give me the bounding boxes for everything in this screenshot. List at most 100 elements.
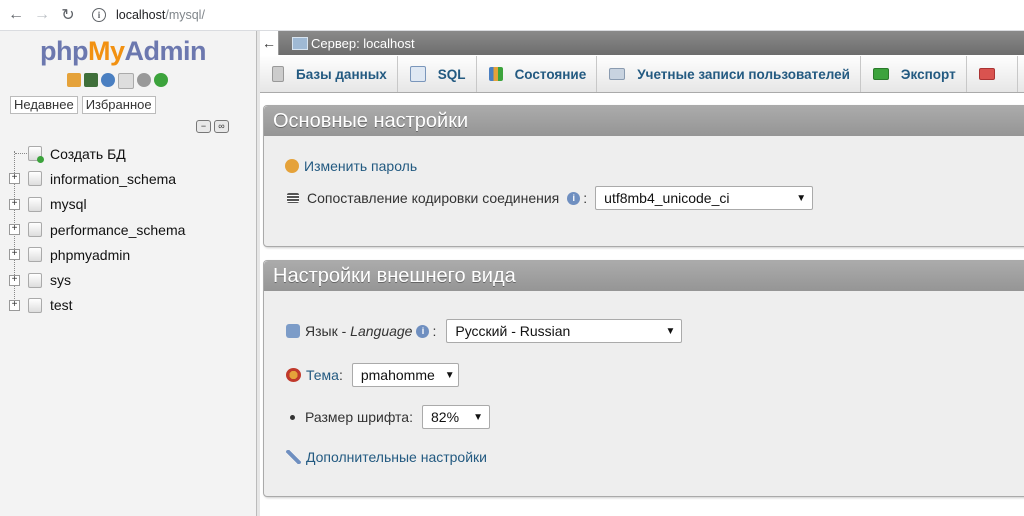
- tree-item-performance-schema[interactable]: + performance_schema: [0, 217, 256, 242]
- link-with-main-icon[interactable]: ∞: [214, 120, 229, 133]
- general-settings-panel: Основные настройки Изменить пароль Сопос…: [263, 105, 1024, 247]
- back-arrow-icon[interactable]: ←: [6, 5, 26, 25]
- settings-gear-icon[interactable]: [137, 73, 151, 87]
- new-database-icon: [28, 146, 44, 164]
- menu-status[interactable]: Состояние: [477, 56, 598, 92]
- menu-sql[interactable]: SQL: [398, 56, 477, 92]
- expand-icon[interactable]: +: [9, 198, 20, 210]
- server-icon: [292, 36, 308, 50]
- databases-icon: [272, 66, 284, 82]
- theme-palette-icon: [286, 368, 301, 382]
- database-icon: [28, 171, 42, 187]
- menu-export[interactable]: Экспорт: [861, 56, 967, 92]
- status-icon: [488, 67, 503, 81]
- language-row: Язык - Language i : Русский - Russian ▼: [286, 319, 683, 343]
- docs-icon[interactable]: [118, 73, 134, 89]
- breadcrumb: ← Сервер: localhost: [260, 31, 1024, 55]
- url-host: localhost: [116, 8, 166, 22]
- info-icon[interactable]: i: [92, 8, 106, 22]
- favorites-tab[interactable]: Избранное: [81, 96, 156, 114]
- url-path: /mysql/: [165, 8, 205, 22]
- database-icon: [28, 247, 42, 263]
- theme-select[interactable]: pmahomme ▼: [351, 363, 459, 387]
- tree-item-sys[interactable]: + sys: [0, 267, 256, 292]
- browser-toolbar: ← → ↻ i localhost/mysql/: [0, 0, 1024, 31]
- tree-item-label[interactable]: sys: [50, 272, 71, 288]
- chevron-down-icon: ▼: [665, 325, 676, 337]
- chevron-down-icon: ▼: [796, 192, 807, 204]
- tree-item-new-db[interactable]: Создать БД: [0, 141, 256, 166]
- help-icon[interactable]: i: [567, 191, 581, 205]
- panel-resize-handle[interactable]: [256, 31, 260, 516]
- users-icon: [609, 68, 626, 80]
- database-icon: [28, 222, 42, 238]
- forward-arrow-icon[interactable]: →: [32, 5, 52, 25]
- change-password-row: Изменить пароль: [285, 158, 417, 174]
- top-menu: Базы данных SQL Состояние Учетные записи…: [260, 56, 1024, 93]
- server-breadcrumb-label[interactable]: Сервер: localhost: [311, 36, 415, 51]
- expand-icon[interactable]: +: [9, 173, 20, 185]
- font-size-label: Размер шрифта:: [305, 409, 413, 425]
- sql-icon: [409, 66, 426, 82]
- theme-link[interactable]: Тема: [306, 367, 339, 383]
- tree-item-label[interactable]: Создать БД: [50, 146, 126, 162]
- tree-item-information-schema[interactable]: + information_schema: [0, 166, 256, 191]
- reload-nav-icon[interactable]: [154, 73, 168, 87]
- help-icon[interactable]: i: [416, 324, 430, 338]
- phpmyadmin-logo[interactable]: phpMyAdmin: [40, 36, 206, 67]
- navigation-panel: phpMyAdmin Недавнее Избранное − ∞ Создат…: [0, 31, 257, 516]
- panel-title: Настройки внешнего вида: [264, 261, 1024, 291]
- more-settings-link[interactable]: Дополнительные настройки: [306, 449, 487, 465]
- language-select[interactable]: Русский - Russian ▼: [446, 319, 683, 343]
- more-settings-row: Дополнительные настройки: [286, 449, 487, 465]
- tree-item-label[interactable]: information_schema: [50, 171, 176, 187]
- bullet-icon: [290, 414, 295, 420]
- theme-row: Тема : pmahomme ▼: [286, 363, 459, 387]
- language-label: Язык - Language: [305, 323, 413, 339]
- expand-icon[interactable]: +: [9, 249, 20, 261]
- tree-item-test[interactable]: + test: [0, 293, 256, 318]
- tree-item-label[interactable]: mysql: [50, 196, 87, 212]
- database-icon: [28, 196, 42, 212]
- recent-favorites-tabs: Недавнее Избранное: [10, 96, 156, 114]
- menu-import[interactable]: [967, 56, 1018, 92]
- import-icon: [978, 68, 995, 80]
- quick-links: [67, 73, 168, 89]
- collapse-all-icon[interactable]: −: [196, 120, 211, 133]
- tree-item-label[interactable]: test: [50, 297, 73, 313]
- tree-controls: − ∞: [196, 120, 229, 133]
- collapse-nav-arrow-icon[interactable]: ←: [260, 31, 279, 55]
- query-window-icon[interactable]: [101, 73, 115, 87]
- collation-row: Сопоставление кодировки соединения i : u…: [287, 186, 814, 210]
- wrench-icon: [286, 450, 301, 464]
- panel-title: Основные настройки: [264, 106, 1024, 136]
- expand-icon[interactable]: +: [9, 274, 20, 286]
- tree-item-label[interactable]: phpmyadmin: [50, 247, 130, 263]
- address-bar[interactable]: i localhost/mysql/: [92, 4, 205, 26]
- logout-icon[interactable]: [84, 73, 98, 87]
- home-icon[interactable]: [67, 73, 81, 87]
- expand-icon[interactable]: +: [9, 224, 20, 236]
- collation-icon: [287, 193, 299, 203]
- database-tree: Создать БД + information_schema + mysql …: [0, 141, 256, 318]
- language-icon: [286, 324, 300, 338]
- chevron-down-icon: ▼: [473, 411, 483, 423]
- appearance-settings-panel: Настройки внешнего вида Язык - Language …: [263, 260, 1024, 497]
- database-icon: [28, 272, 42, 288]
- password-icon: [285, 159, 299, 173]
- chevron-down-icon: ▼: [444, 369, 455, 381]
- collation-select[interactable]: utf8mb4_unicode_ci ▼: [595, 186, 814, 210]
- reload-icon[interactable]: ↻: [58, 5, 78, 25]
- font-size-row: Размер шрифта: 82% ▼: [286, 405, 490, 429]
- change-password-link[interactable]: Изменить пароль: [304, 158, 417, 174]
- collation-label: Сопоставление кодировки соединения: [307, 190, 560, 206]
- expand-icon[interactable]: +: [9, 299, 20, 311]
- export-icon: [872, 68, 889, 80]
- menu-user-accounts[interactable]: Учетные записи пользователей: [597, 56, 861, 92]
- recent-tab[interactable]: Недавнее: [10, 96, 78, 114]
- menu-databases[interactable]: Базы данных: [260, 56, 398, 92]
- tree-item-phpmyadmin[interactable]: + phpmyadmin: [0, 242, 256, 267]
- tree-item-mysql[interactable]: + mysql: [0, 192, 256, 217]
- tree-item-label[interactable]: performance_schema: [50, 222, 185, 238]
- font-size-select[interactable]: 82% ▼: [422, 405, 490, 429]
